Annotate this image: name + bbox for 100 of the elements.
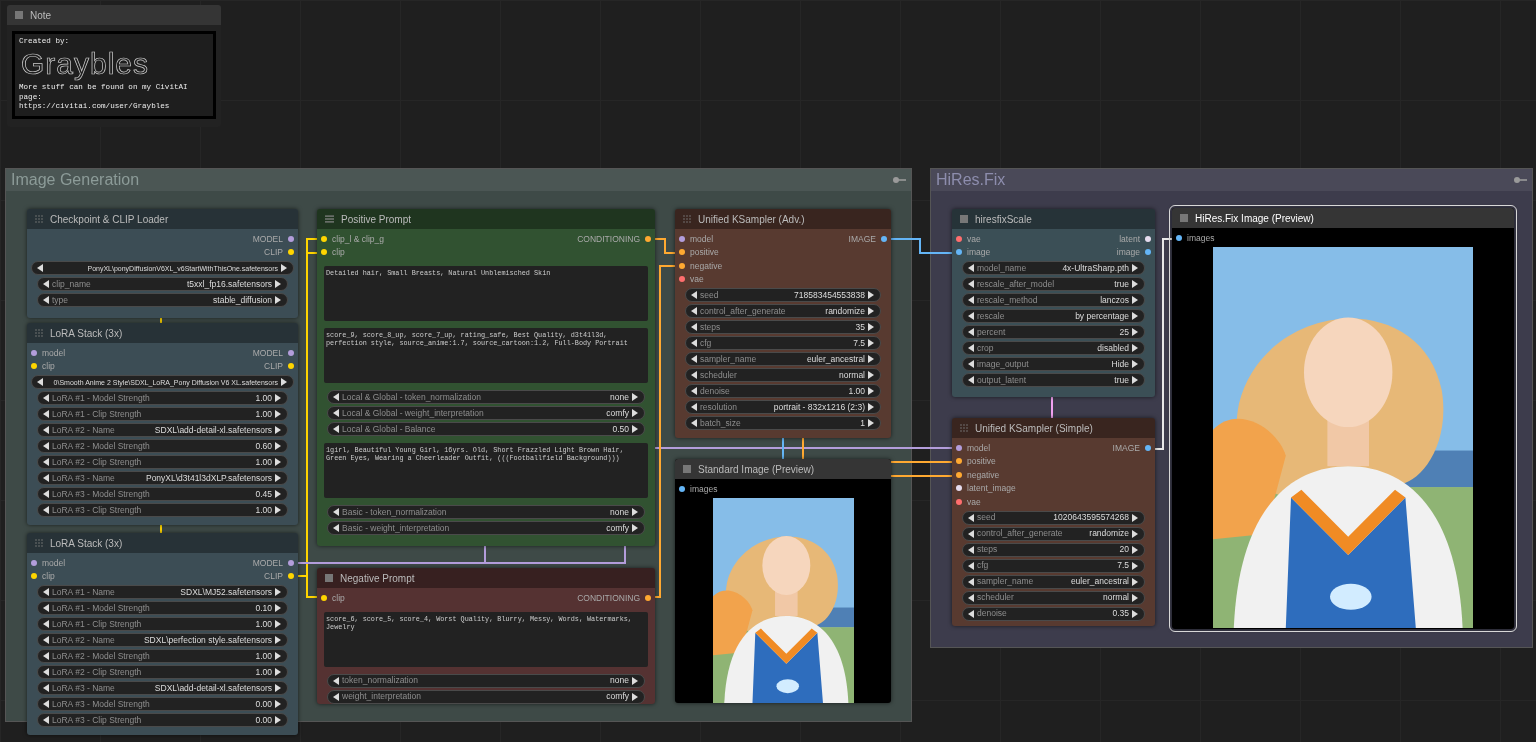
widget-control[interactable]: denoise 1.00 [685,384,881,398]
output-dot[interactable] [288,559,294,566]
input-dot[interactable] [956,471,962,478]
input-dot[interactable] [956,249,962,256]
input-dot[interactable] [956,498,962,505]
widget-value: 25 [1119,327,1129,337]
widget-control[interactable]: percent 25 [962,325,1145,339]
widget-control[interactable]: denoise 0.35 [962,606,1145,621]
output-dot[interactable] [288,349,294,356]
output-dot[interactable] [1145,249,1151,256]
output-dot[interactable] [288,573,294,580]
drag-handle-icon[interactable] [960,424,968,432]
pin-icon[interactable] [1513,176,1527,184]
widget-control[interactable]: cfg 7.5 [962,558,1145,573]
widget-control[interactable]: cfg 7.5 [685,336,881,350]
widget-control[interactable]: LoRA #2 - Clip Strength 1.00 [37,665,288,679]
widget-control[interactable]: Basic - weight_interpretation comfy [327,521,645,535]
input-dot[interactable] [321,594,327,601]
widget-label: token_normalization [342,676,419,685]
widget-control[interactable]: LoRA #3 - Clip Strength 1.00 [37,503,288,517]
widget-control[interactable]: LoRA #2 - Name SDXL\perfection style.safetensors [37,633,288,647]
widget-control[interactable]: rescale_method lanczos [962,293,1145,307]
widget-control[interactable]: clip_name t5xxl_fp16.safetensors [37,277,288,291]
widget-control[interactable]: LoRA #2 - Clip Strength 1.00 [37,455,288,469]
input-dot[interactable] [321,235,327,242]
input-dot[interactable] [679,262,685,269]
widget-control[interactable]: model_name 4x-UltraSharp.pth [962,261,1145,275]
widget-control[interactable]: LoRA #1 - Model Strength 0.10 [37,601,288,615]
widget-control[interactable]: seed 718583454553838 [685,288,881,302]
output-dot[interactable] [288,363,294,370]
widget-control[interactable]: LoRA #1 - Clip Strength 1.00 [37,617,288,631]
output-dot[interactable] [881,235,887,242]
widget-label: rescale_after_model [977,279,1054,289]
output-dot[interactable] [1145,235,1151,242]
widget-control[interactable]: type stable_diffusion [37,293,288,307]
output-dot[interactable] [645,594,651,601]
menu-icon[interactable] [325,215,334,223]
widget-control[interactable]: control_after_generate randomize [962,526,1145,541]
output-dot[interactable] [645,235,651,242]
drag-handle-icon[interactable] [35,215,43,223]
widget-control[interactable]: steps 35 [685,320,881,334]
widget-control[interactable]: seed 1020643595574268 [962,510,1145,525]
widget-control[interactable]: rescale_after_model true [962,277,1145,291]
widget-value: Hide [1111,359,1129,369]
widget-control[interactable]: Local & Global - weight_interpretation comfy [327,406,645,420]
output-dot[interactable] [288,235,294,242]
square-icon [15,11,23,19]
drag-handle-icon[interactable] [35,539,43,547]
input-dot[interactable] [956,444,962,451]
drag-handle-icon[interactable] [35,329,43,337]
input-dot[interactable] [956,235,962,242]
widget-control[interactable]: LoRA #3 - Model Strength 0.45 [37,487,288,501]
widget-label: image_output [977,359,1029,369]
input-dot[interactable] [31,363,37,370]
input-dot[interactable] [679,276,685,283]
widget-label: steps [700,322,721,332]
widget-control[interactable]: LoRA #3 - Name SDXL\add-detail-xl.safetensors [37,681,288,695]
widget-control[interactable]: token_normalization none [327,673,645,688]
input-dot[interactable] [31,349,37,356]
drag-handle-icon[interactable] [683,215,691,223]
output-dot[interactable] [1145,444,1151,451]
widget-control[interactable]: Local & Global - token_normalization none [327,390,645,404]
input-dot[interactable] [321,249,327,256]
pin-icon[interactable] [892,176,906,184]
input-dot[interactable] [31,573,37,580]
widget-control[interactable]: sampler_name euler_ancestral [685,352,881,366]
output-dot[interactable] [288,249,294,256]
input-dot[interactable] [679,249,685,256]
widget-control[interactable]: batch_size 1 [685,416,881,430]
input-dot[interactable] [31,559,37,566]
input-dot[interactable] [679,485,685,492]
widget-control[interactable]: crop disabled [962,341,1145,355]
widget-label: steps [977,545,998,554]
widget-label: percent [977,327,1006,337]
widget-control[interactable]: Local & Global - Balance 0.50 [327,422,645,436]
widget-control[interactable]: LoRA #2 - Model Strength 0.60 [37,439,288,453]
widget-control[interactable]: LoRA #1 - Clip Strength 1.00 [37,407,288,421]
widget-control[interactable]: steps 20 [962,542,1145,557]
widget-control[interactable]: weight_interpretation comfy [327,689,645,704]
widget-control[interactable]: sampler_name euler_ancestral [962,574,1145,589]
input-dot[interactable] [956,458,962,465]
input-dot[interactable] [1176,234,1182,241]
widget-control[interactable]: scheduler normal [685,368,881,382]
widget-control[interactable]: LoRA #1 - Model Strength 1.00 [37,391,288,405]
widget-control[interactable]: LoRA #3 - Name PonyXL\d3t41l3dXLP.safetensors [37,471,288,485]
widget-control[interactable]: scheduler normal [962,590,1145,605]
widget-control[interactable]: resolution portrait - 832x1216 (2:3) [685,400,881,414]
widget-control[interactable]: output_latent true [962,373,1145,387]
widget-control[interactable]: LoRA #2 - Name SDXL\add-detail-xl.safetensors [37,423,288,437]
widget-control[interactable]: LoRA #1 - Name SDXL\MJ52.safetensors [37,585,288,599]
widget-control[interactable]: LoRA #2 - Model Strength 1.00 [37,649,288,663]
widget-control[interactable]: control_after_generate randomize [685,304,881,318]
widget-control[interactable]: rescale by percentage [962,309,1145,323]
input-dot[interactable] [679,235,685,242]
widget-control[interactable]: image_output Hide [962,357,1145,371]
widget-control[interactable]: LoRA #3 - Model Strength 0.00 [37,697,288,711]
widget-control[interactable]: Basic - token_normalization none [327,505,645,519]
widget-label: seed [977,513,996,522]
input-dot[interactable] [956,485,962,492]
widget-control[interactable]: LoRA #3 - Clip Strength 0.00 [37,713,288,727]
